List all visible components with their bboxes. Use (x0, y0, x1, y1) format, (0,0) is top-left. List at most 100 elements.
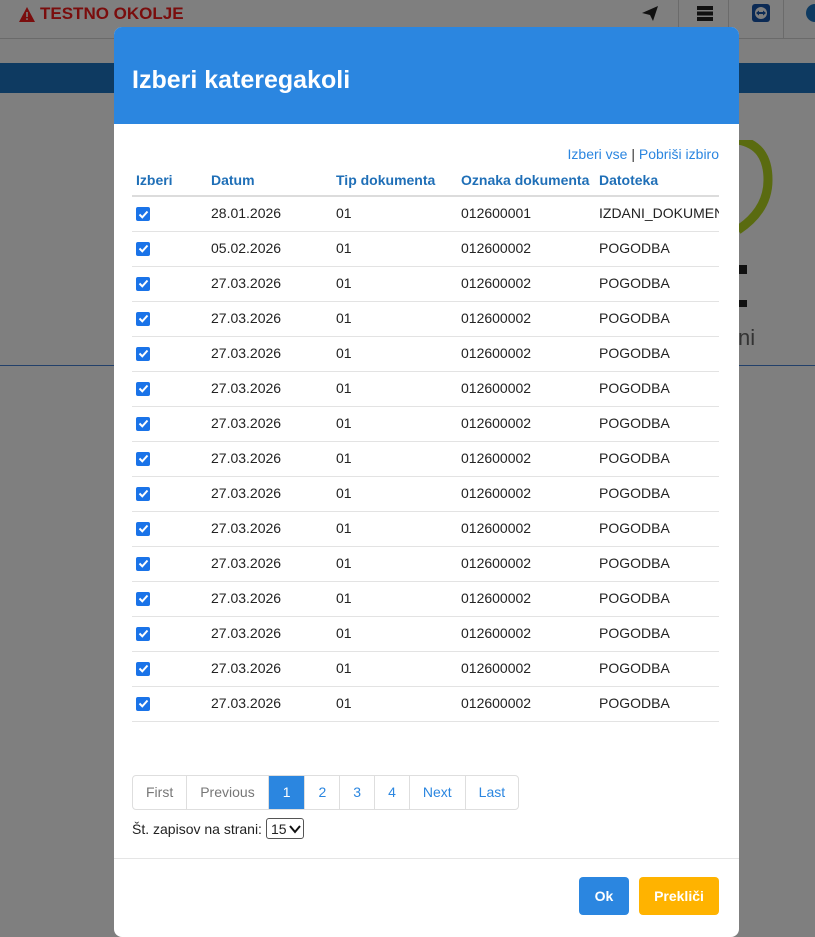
checkmark-icon (138, 210, 148, 219)
file-cell: POGODBA (595, 686, 719, 722)
records-per-page-label: Št. zapisov na strani: (132, 820, 262, 837)
checkmark-icon (138, 279, 148, 288)
file-cell: POGODBA (595, 231, 719, 267)
select-cell (132, 266, 207, 302)
document-id-cell: 012600002 (457, 686, 595, 722)
server-icon[interactable] (695, 3, 715, 23)
document-type-cell: 01 (332, 651, 457, 687)
row-checkbox[interactable] (136, 521, 150, 536)
file-cell: POGODBA (595, 476, 719, 512)
date-cell: 27.03.2026 (207, 336, 332, 372)
selection-links: Izberi vse | Pobriši izbiro (568, 146, 719, 162)
records-per-page: Št. zapisov na strani: 15 (132, 818, 304, 839)
column-header-document-id[interactable]: Oznaka dokumenta (457, 165, 595, 197)
row-checkbox[interactable] (136, 626, 150, 641)
row-checkbox[interactable] (136, 311, 150, 326)
select-cell (132, 616, 207, 652)
document-type-cell: 01 (332, 686, 457, 722)
column-header-document-type[interactable]: Tip dokumenta (332, 165, 457, 197)
row-checkbox[interactable] (136, 207, 150, 221)
page-3-button[interactable]: 3 (340, 776, 376, 809)
page-4-button[interactable]: 4 (375, 776, 410, 809)
document-type-cell: 01 (332, 511, 457, 547)
row-checkbox[interactable] (136, 241, 150, 256)
select-cell (132, 301, 207, 337)
column-header-select[interactable]: Izberi (132, 165, 207, 197)
document-type-cell: 01 (332, 441, 457, 477)
records-per-page-select[interactable]: 15 (265, 818, 304, 839)
page-2-button[interactable]: 2 (305, 776, 341, 809)
cancel-button[interactable]: Prekliči (639, 877, 719, 915)
document-id-cell: 012600002 (457, 476, 595, 512)
modal-header: Izberi kateregakoli (114, 27, 739, 124)
row-checkbox[interactable] (136, 661, 150, 676)
file-cell: POGODBA (595, 301, 719, 337)
date-cell: 27.03.2026 (207, 301, 332, 337)
checkmark-icon (138, 559, 148, 568)
date-cell: 05.02.2026 (207, 231, 332, 267)
modal-footer-divider (114, 858, 739, 859)
date-cell: 27.03.2026 (207, 546, 332, 582)
paper-plane-icon[interactable] (640, 3, 660, 23)
select-cell (132, 406, 207, 442)
checkmark-icon (138, 664, 148, 673)
column-header-file[interactable]: Datoteka (595, 165, 719, 197)
select-documents-dialog: Izberi kateregakoli Izberi vse | Pobriši… (114, 27, 739, 937)
row-checkbox[interactable] (136, 381, 150, 396)
table-row: 27.03.2026 01 012600002 POGODBA (132, 301, 719, 337)
date-cell: 27.03.2026 (207, 476, 332, 512)
remote-support-icon[interactable] (751, 3, 771, 23)
table-row: 05.02.2026 01 012600002 POGODBA (132, 231, 719, 267)
table-row: 27.03.2026 01 012600002 POGODBA (132, 546, 719, 582)
page-1-button[interactable]: 1 (268, 776, 306, 809)
ok-button[interactable]: Ok (579, 877, 629, 915)
link-separator: | (631, 146, 635, 162)
select-cell (132, 441, 207, 477)
select-cell (132, 651, 207, 687)
row-checkbox[interactable] (136, 696, 150, 711)
row-checkbox[interactable] (136, 486, 150, 501)
first-page-button[interactable]: First (133, 776, 188, 809)
previous-page-button[interactable]: Previous (187, 776, 269, 809)
row-checkbox[interactable] (136, 346, 150, 361)
date-cell: 27.03.2026 (207, 651, 332, 687)
document-type-cell: 01 (332, 581, 457, 617)
modal-title: Izberi kateregakoli (132, 66, 351, 94)
row-checkbox[interactable] (136, 451, 150, 466)
table-row: 27.03.2026 01 012600002 POGODBA (132, 476, 719, 512)
table-row: 27.03.2026 01 012600002 POGODBA (132, 266, 719, 302)
date-cell: 27.03.2026 (207, 511, 332, 547)
clear-selection-link[interactable]: Pobriši izbiro (639, 146, 719, 162)
select-cell (132, 546, 207, 582)
select-all-link[interactable]: Izberi vse (568, 146, 628, 162)
column-header-date[interactable]: Datum (207, 165, 332, 197)
date-cell: 27.03.2026 (207, 686, 332, 722)
document-type-cell: 01 (332, 266, 457, 302)
row-checkbox[interactable] (136, 556, 150, 571)
select-cell (132, 196, 207, 232)
checkmark-icon (138, 419, 148, 428)
document-id-cell: 012600002 (457, 266, 595, 302)
select-cell (132, 371, 207, 407)
table-row: 27.03.2026 01 012600002 POGODBA (132, 371, 719, 407)
file-cell: IZDANI_DOKUMENT (595, 196, 719, 232)
checkmark-icon (138, 489, 148, 498)
document-id-cell: 012600002 (457, 441, 595, 477)
logo-icon: ni (738, 140, 773, 350)
checkmark-icon (138, 384, 148, 393)
select-cell (132, 686, 207, 722)
info-icon[interactable] (805, 3, 815, 23)
table-row: 27.03.2026 01 012600002 POGODBA (132, 581, 719, 617)
document-id-cell: 012600002 (457, 511, 595, 547)
table-row: 27.03.2026 01 012600002 POGODBA (132, 406, 719, 442)
next-page-button[interactable]: Next (410, 776, 466, 809)
file-cell: POGODBA (595, 546, 719, 582)
date-cell: 27.03.2026 (207, 266, 332, 302)
row-checkbox[interactable] (136, 591, 150, 606)
table-row: 27.03.2026 01 012600002 POGODBA (132, 616, 719, 652)
last-page-button[interactable]: Last (466, 776, 518, 809)
row-checkbox[interactable] (136, 276, 150, 291)
select-cell (132, 336, 207, 372)
row-checkbox[interactable] (136, 416, 150, 431)
document-type-cell: 01 (332, 406, 457, 442)
